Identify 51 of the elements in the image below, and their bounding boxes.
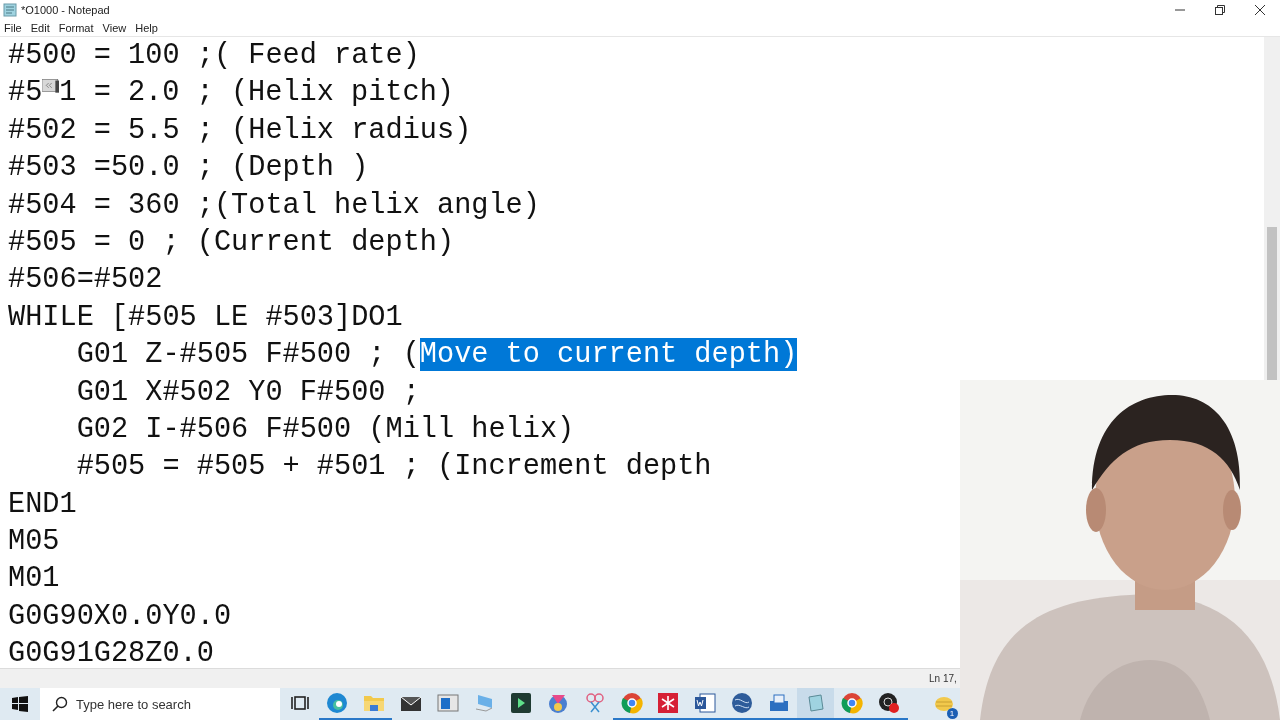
menu-item[interactable]: Edit	[30, 22, 50, 34]
search-field[interactable]: Type here to search	[40, 688, 280, 720]
code-text: #503 =50.0 ; (Depth )	[8, 151, 369, 185]
search-icon	[52, 696, 68, 712]
code-text: #5	[8, 76, 43, 110]
code-text: #500 = 100 ;( Feed rate)	[8, 39, 420, 72]
menu-item[interactable]: Format	[58, 22, 94, 34]
document-icon	[694, 693, 717, 713]
code-text: 1 = 2.0 ; (Helix pitch)	[59, 76, 454, 110]
scissors-icon	[583, 692, 606, 714]
chrome-icon	[620, 692, 643, 714]
chrome-icon	[841, 692, 864, 714]
menu-item[interactable]: View	[102, 22, 127, 34]
play-icon	[511, 693, 532, 713]
code-text: #502 = 5.5 ; (Helix radius)	[8, 113, 472, 147]
scrollbar[interactable]	[1264, 37, 1280, 380]
cloud-icon	[933, 695, 954, 713]
menu-item[interactable]: Help	[135, 22, 158, 34]
close-icon	[1255, 5, 1265, 15]
code-text: G02 I-#506 F#500 (Mill helix)	[75, 412, 575, 446]
code-text: G0G90X0.0Y0.0	[8, 599, 232, 633]
code-text: M01	[8, 562, 60, 596]
code-text: M05	[8, 525, 60, 559]
notepad-icon	[3, 3, 17, 17]
cursor-position: Ln 17,	[929, 673, 957, 684]
code-text: #504 = 360 ;(Total helix angle)	[8, 188, 540, 222]
window-icon	[436, 694, 459, 712]
code-text: END1	[8, 487, 77, 521]
code-text: #505 = #505 + #501 ; (Increment depth	[75, 450, 712, 484]
code-text: WHILE [#505 LE #503]DO1	[8, 300, 403, 334]
browser-icon	[326, 692, 349, 714]
printer-icon	[767, 693, 790, 713]
restore-icon	[1215, 5, 1225, 15]
menu-item[interactable]: File	[4, 22, 22, 34]
notification-badge: 1	[946, 708, 958, 719]
globe-icon	[730, 692, 753, 714]
code-text: #505 = 0 ; (Current depth)	[8, 225, 455, 259]
selected-text: Move to current depth)	[419, 338, 798, 372]
task-view-icon	[290, 693, 311, 713]
code-text: G0G91G28Z0.0	[8, 637, 214, 668]
app-icon	[546, 692, 569, 714]
notepad-icon	[805, 693, 826, 713]
mail-icon	[399, 694, 422, 712]
windows-icon	[12, 696, 28, 712]
record-icon	[878, 692, 901, 714]
code-text: G01 X#502 Y0 F#500 ;	[75, 375, 420, 409]
window-title: *O1000 - Notepad	[21, 4, 110, 16]
code-text: G01 Z-#505 F#500 ; (	[75, 338, 420, 372]
app-icon	[658, 693, 679, 713]
folder-icon	[363, 693, 385, 713]
code-text: #506=#502	[8, 263, 163, 297]
